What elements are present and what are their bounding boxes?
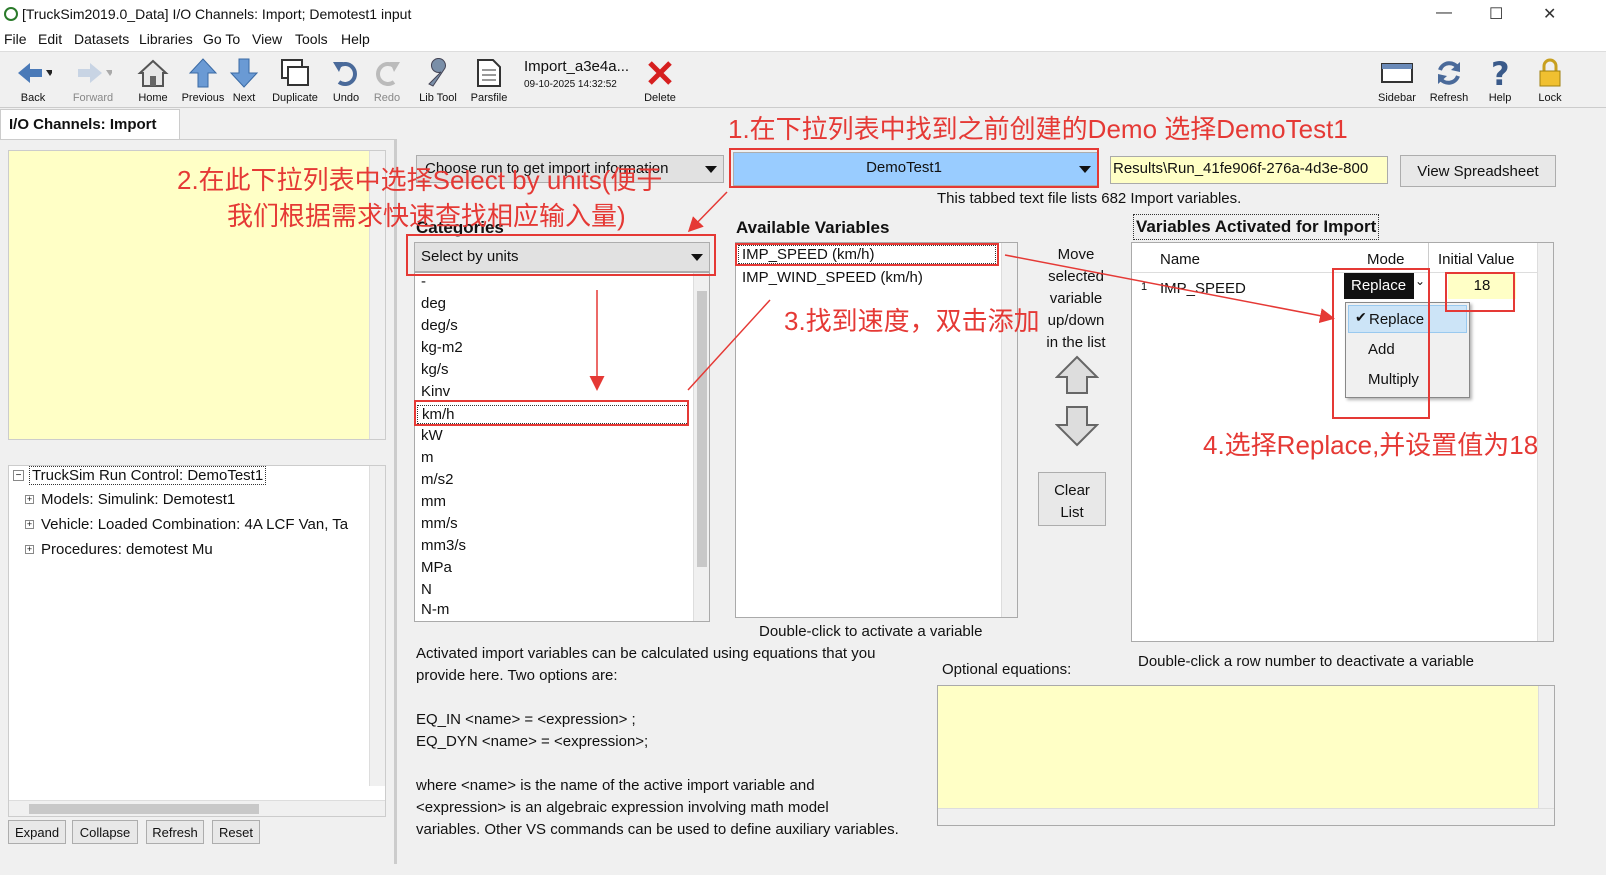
annotation-step1: 1.在下拉列表中找到之前创建的Demo 选择DemoTest1 <box>728 114 1348 144</box>
annotation-step4: 4.选择Replace,并设置值为18 <box>1203 430 1539 460</box>
annotation-step3: 3.找到速度，双击添加 <box>784 306 1040 336</box>
annotation-step2-line1: 2.在此下拉列表中选择Select by units(便于 <box>177 165 663 195</box>
annotation-step2-line2: 我们根据需求快速查找相应输入量) <box>227 201 626 231</box>
